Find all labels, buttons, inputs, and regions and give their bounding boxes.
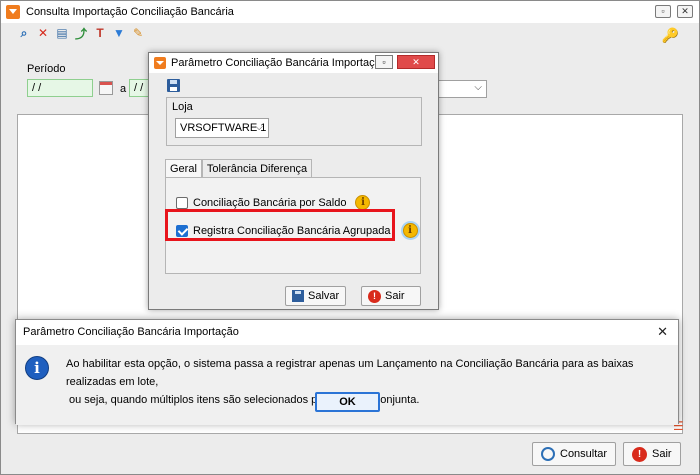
main-titlebar: Consulta Importação Conciliação Bancária…: [1, 1, 699, 23]
delete-icon[interactable]: ✕: [36, 26, 50, 40]
param-dialog-titlebar: Parâmetro Conciliação Bancária Importaçã…: [149, 53, 438, 73]
tab-tolerancia-diferenca[interactable]: Tolerância Diferença: [201, 159, 313, 178]
loja-group: Loja VRSOFTWARE 1 ⌵: [166, 97, 422, 146]
loja-value: VRSOFTWARE 1: [180, 122, 267, 134]
save-icon[interactable]: [167, 79, 180, 92]
stop-icon: !: [368, 289, 381, 303]
param-tabs: Geral Tolerância Diferença: [165, 159, 313, 178]
param-dialog-controls: ▫ ✕: [375, 55, 435, 69]
export-icon[interactable]: ⤴: [74, 26, 88, 41]
main-toolbar: ⌕ ✕ ▤ ⤴ T ▼ ✎: [17, 26, 145, 41]
key-icon[interactable]: 🔑: [662, 27, 679, 44]
main-window-title: Consulta Importação Conciliação Bancária: [26, 6, 234, 18]
print-icon[interactable]: ▤: [55, 26, 69, 40]
saldo-label: Conciliação Bancária por Saldo: [193, 196, 347, 209]
calendar-icon[interactable]: [99, 81, 113, 95]
option-saldo[interactable]: Conciliação Bancária por Saldo i: [176, 195, 371, 210]
tab-geral[interactable]: Geral: [165, 159, 202, 178]
ok-button[interactable]: OK: [315, 392, 380, 412]
close-button[interactable]: ✕: [677, 5, 693, 18]
close-icon[interactable]: ✕: [657, 324, 668, 340]
app-logo-icon: [154, 57, 166, 69]
chevron-down-icon: ⌵: [474, 82, 482, 93]
stop-icon: !: [632, 446, 647, 462]
info-icon[interactable]: i: [402, 223, 418, 238]
loja-select[interactable]: VRSOFTWARE 1 ⌵: [175, 118, 269, 138]
consultar-label: Consultar: [560, 448, 608, 460]
restore-button[interactable]: ▫: [655, 5, 671, 18]
period-label: Período: [27, 63, 66, 75]
date-from-field[interactable]: / /: [27, 79, 93, 97]
chevron-down-icon: ⌵: [255, 122, 263, 133]
message-box-body: i Ao habilitar esta opção, o sistema pas…: [16, 345, 678, 425]
saldo-checkbox[interactable]: [176, 196, 188, 209]
param-dialog-title: Parâmetro Conciliação Bancária Importaçã…: [171, 57, 387, 69]
dialog-sair-label: Sair: [385, 290, 405, 302]
restore-button[interactable]: ▫: [375, 55, 393, 69]
search-icon[interactable]: ⌕: [17, 26, 31, 40]
close-button[interactable]: ✕: [397, 55, 435, 69]
message-line-1: Ao habilitar esta opção, o sistema passa…: [66, 358, 634, 388]
sair-label: Sair: [652, 448, 672, 460]
filter-combo[interactable]: ⌵: [431, 80, 487, 98]
edit-icon[interactable]: ✎: [131, 26, 145, 40]
info-icon: i: [25, 356, 49, 380]
app-logo-icon: [6, 5, 20, 19]
param-dialog: Parâmetro Conciliação Bancária Importaçã…: [148, 52, 439, 310]
consultar-button[interactable]: Consultar: [532, 442, 617, 466]
sair-button[interactable]: ! Sair: [623, 442, 681, 466]
loja-label: Loja: [172, 101, 193, 113]
highlight-annotation: [165, 209, 395, 241]
text-icon[interactable]: T: [93, 26, 107, 40]
info-message-box: Parâmetro Conciliação Bancária Importaçã…: [15, 319, 679, 425]
salvar-button[interactable]: Salvar: [285, 286, 347, 306]
main-window-controls: ▫ ✕: [655, 5, 693, 18]
salvar-label: Salvar: [308, 290, 340, 302]
save-icon: [292, 290, 304, 302]
info-icon[interactable]: i: [355, 195, 371, 210]
filter-icon[interactable]: ▼: [112, 26, 126, 40]
date-range-separator: a: [120, 83, 127, 95]
dialog-sair-button[interactable]: ! Sair: [361, 286, 421, 306]
message-box-title: Parâmetro Conciliação Bancária Importaçã…: [23, 326, 239, 338]
magnifier-icon: [541, 447, 555, 461]
